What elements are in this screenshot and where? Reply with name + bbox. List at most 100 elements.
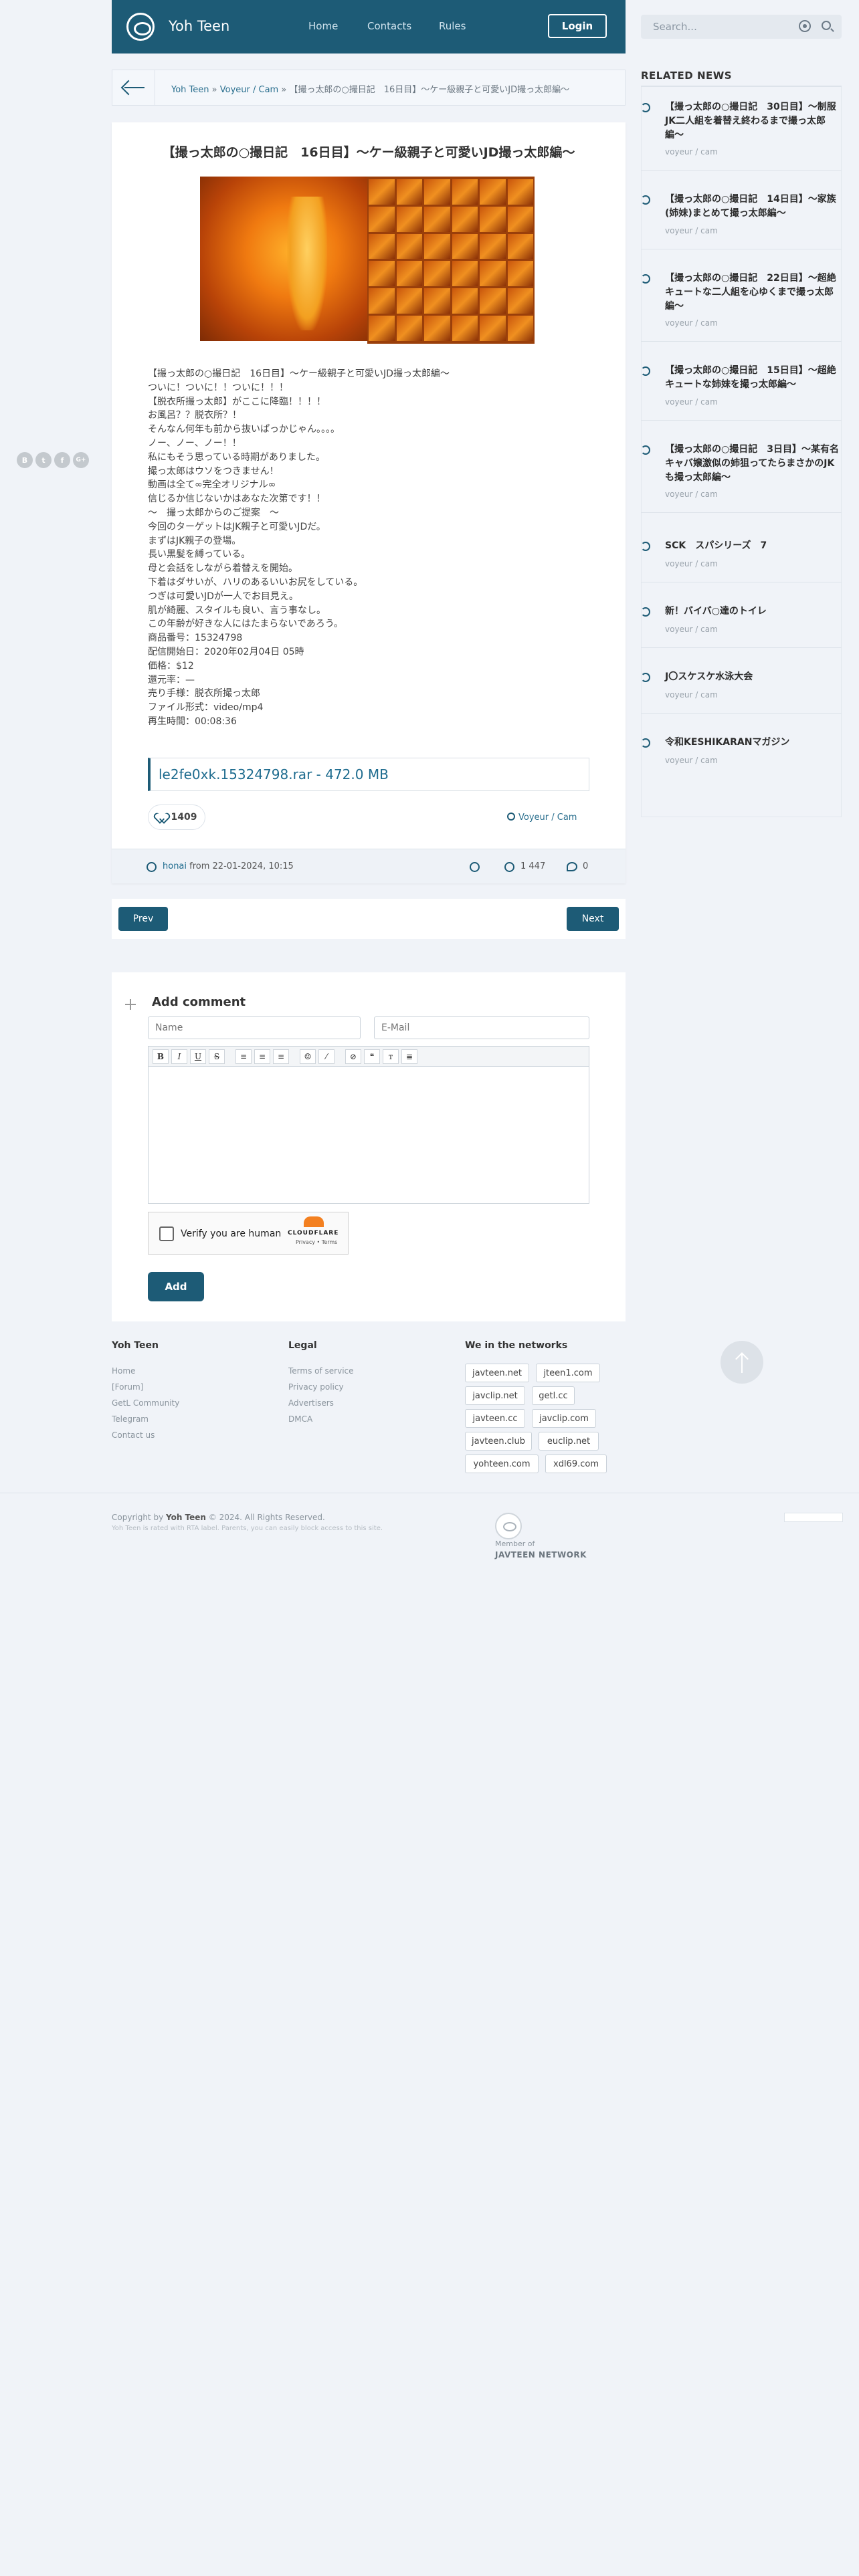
network-link[interactable]: jteen1.com (536, 1364, 600, 1382)
share-facebook-icon[interactable]: f (54, 452, 70, 468)
author-link[interactable]: honai (163, 861, 187, 871)
footer-link-privacy[interactable]: Privacy policy (288, 1382, 344, 1392)
emoji-button[interactable]: ☺ (300, 1049, 316, 1064)
next-button[interactable]: Next (567, 907, 619, 931)
heart-icon (157, 813, 166, 822)
download-box: le2fe0xk.15324798.rar - 472.0 MB (148, 758, 589, 791)
search-settings-icon[interactable] (799, 20, 811, 32)
related-news-title-text[interactable]: 令和KESHIKARANマガジン (665, 736, 842, 750)
article-title: 【撮っ太郎の○撮日記 16日目】〜ケー級親子と可愛いJD撮っ太郎編〜 (162, 145, 575, 160)
footer-link-contact[interactable]: Contact us (112, 1430, 155, 1440)
related-news-title-text[interactable]: 【撮っ太郎の○撮日記 14日目】〜家族(姉妹)まとめて撮っ太郎編〜 (665, 193, 842, 221)
site-logo-icon[interactable] (126, 13, 155, 41)
related-news-title: RELATED NEWS (641, 70, 733, 82)
breadcrumb-category[interactable]: Voyeur / Cam (220, 85, 278, 95)
video-progress (200, 341, 367, 344)
footer-link-advertisers[interactable]: Advertisers (288, 1398, 334, 1408)
related-news-category: voyeur / cam (665, 397, 718, 407)
network-link[interactable]: javteen.club (465, 1432, 532, 1451)
network-logo-icon[interactable] (495, 1513, 522, 1539)
pager: Prev Next (112, 899, 626, 939)
rating-icon[interactable] (470, 862, 480, 872)
related-news-title-text[interactable]: 新！バイバ○達のトイレ (665, 605, 842, 619)
hide-button[interactable]: ⊘ (345, 1049, 361, 1064)
network-link[interactable]: xdl69.com (545, 1455, 607, 1473)
related-news-category: voyeur / cam (665, 147, 718, 156)
italic-button[interactable]: I (171, 1049, 187, 1064)
prev-button[interactable]: Prev (118, 907, 168, 931)
views-icon (504, 862, 514, 872)
breadcrumb-current: 【撮っ太郎の○撮日記 16日目】〜ケー級親子と可愛いJD撮っ太郎編〜 (289, 85, 570, 95)
related-news-title-text[interactable]: 【撮っ太郎の○撮日記 22日目】〜超絶キュートな二人組を心ゆくまで撮っ太郎編〜 (665, 272, 842, 314)
share-icon (507, 813, 515, 821)
back-button[interactable] (112, 70, 155, 105)
comment-editor[interactable]: B I U S ≡ ≡ ≡ ☺ ⁄ ⊘ ❝ ᴛ ≣ (148, 1046, 589, 1204)
network-link[interactable]: javclip.com (532, 1409, 596, 1428)
copyright: Copyright by Yoh Teen © 2024. All Rights… (112, 1513, 325, 1522)
related-news-category: voyeur / cam (665, 318, 718, 328)
related-news-title-text[interactable]: 【撮っ太郎の○撮日記 15日目】〜超絶キュートな姉妹を撮っ太郎編〜 (665, 364, 842, 392)
search-icon[interactable] (822, 21, 831, 30)
footer-link-dmca[interactable]: DMCA (288, 1414, 312, 1424)
search-input[interactable]: Search... (641, 15, 842, 39)
category-link[interactable]: Voyeur / Cam (518, 813, 577, 823)
breadcrumb-home[interactable]: Yoh Teen (171, 85, 209, 95)
bold-button[interactable]: B (153, 1049, 169, 1064)
network-name[interactable]: JAVTEEN NETWORK (495, 1550, 587, 1560)
footer-link-forum[interactable]: [Forum] (112, 1382, 143, 1392)
quote-button[interactable]: ❝ (364, 1049, 380, 1064)
add-comment-button[interactable]: Add (148, 1272, 204, 1301)
footer-link-community[interactable]: GetL Community (112, 1398, 179, 1408)
captcha-links[interactable]: Privacy • Terms (296, 1239, 337, 1245)
sidebar-divider (641, 420, 842, 421)
related-news-title-text[interactable]: J〇スケスケ水泳大会 (665, 670, 842, 684)
member-of-label: Member of (495, 1539, 535, 1548)
spoiler-button[interactable]: ≣ (401, 1049, 417, 1064)
article-card: 【撮っ太郎の○撮日記 16日目】〜ケー級親子と可愛いJD撮っ太郎編〜 【撮っ太郎… (112, 122, 626, 883)
nav-rules[interactable]: Rules (439, 20, 466, 32)
network-link[interactable]: yohteen.com (465, 1455, 539, 1473)
sidebar-divider (641, 512, 842, 513)
email-field[interactable] (374, 1016, 589, 1039)
network-link[interactable]: javteen.net (465, 1364, 529, 1382)
network-link[interactable]: euclip.net (539, 1432, 599, 1451)
news-icon (641, 542, 650, 551)
article-thumbnail[interactable] (200, 177, 535, 344)
share-twitter-icon[interactable]: t (35, 452, 52, 468)
translit-button[interactable]: ᴛ (383, 1049, 399, 1064)
footer-link-home[interactable]: Home (112, 1366, 135, 1376)
align-right-button[interactable]: ≡ (273, 1049, 289, 1064)
align-left-button[interactable]: ≡ (235, 1049, 252, 1064)
underline-button[interactable]: U (190, 1049, 206, 1064)
related-news-category: voyeur / cam (665, 559, 718, 568)
footer-link-telegram[interactable]: Telegram (112, 1414, 149, 1424)
share-google-icon[interactable]: G+ (73, 452, 89, 468)
share-blogger-icon[interactable]: B (17, 452, 33, 468)
breadcrumb-separator: » (278, 85, 290, 95)
related-news-title-text[interactable]: SCK スパシリーズ 7 (665, 539, 842, 553)
view-count: 1 447 (520, 861, 546, 871)
site-name[interactable]: Yoh Teen (169, 18, 229, 34)
nav-home[interactable]: Home (308, 20, 338, 32)
network-link[interactable]: javclip.net (465, 1386, 525, 1405)
nav-contacts[interactable]: Contacts (367, 20, 411, 32)
scroll-top-button[interactable] (721, 1341, 763, 1384)
editor-toolbar: B I U S ≡ ≡ ≡ ☺ ⁄ ⊘ ❝ ᴛ ≣ (149, 1047, 589, 1067)
video-frame (200, 177, 367, 344)
related-news-title-text[interactable]: 【撮っ太郎の○撮日記 30日目】〜制服JK二人組を着替え終わるまで撮っ太郎編〜 (665, 100, 842, 142)
footer-link-terms[interactable]: Terms of service (288, 1366, 354, 1376)
network-link[interactable]: javteen.cc (465, 1409, 525, 1428)
strike-button[interactable]: S (209, 1049, 225, 1064)
login-button[interactable]: Login (548, 14, 607, 38)
like-button[interactable]: 1409 (148, 804, 205, 830)
captcha-checkbox[interactable] (159, 1226, 174, 1241)
related-news-title-text[interactable]: 【撮っ太郎の○撮日記 3日目】〜某有名キャバ嬢激似の姉狙ってたらまさかのJKも撮… (665, 443, 842, 485)
download-link[interactable]: le2fe0xk.15324798.rar - 472.0 MB (159, 766, 389, 782)
article-body: 【撮っ太郎の○撮日記 16日目】〜ケー級親子と可愛いJD撮っ太郎編〜 ついに！つ… (148, 368, 450, 727)
name-field[interactable] (148, 1016, 361, 1039)
align-center-button[interactable]: ≡ (254, 1049, 270, 1064)
language-select[interactable] (784, 1513, 843, 1522)
link-button[interactable]: ⁄ (318, 1049, 335, 1064)
network-link[interactable]: getl.cc (532, 1386, 575, 1405)
captcha-widget: Verify you are human CLOUDFLARE Privacy … (148, 1212, 349, 1255)
